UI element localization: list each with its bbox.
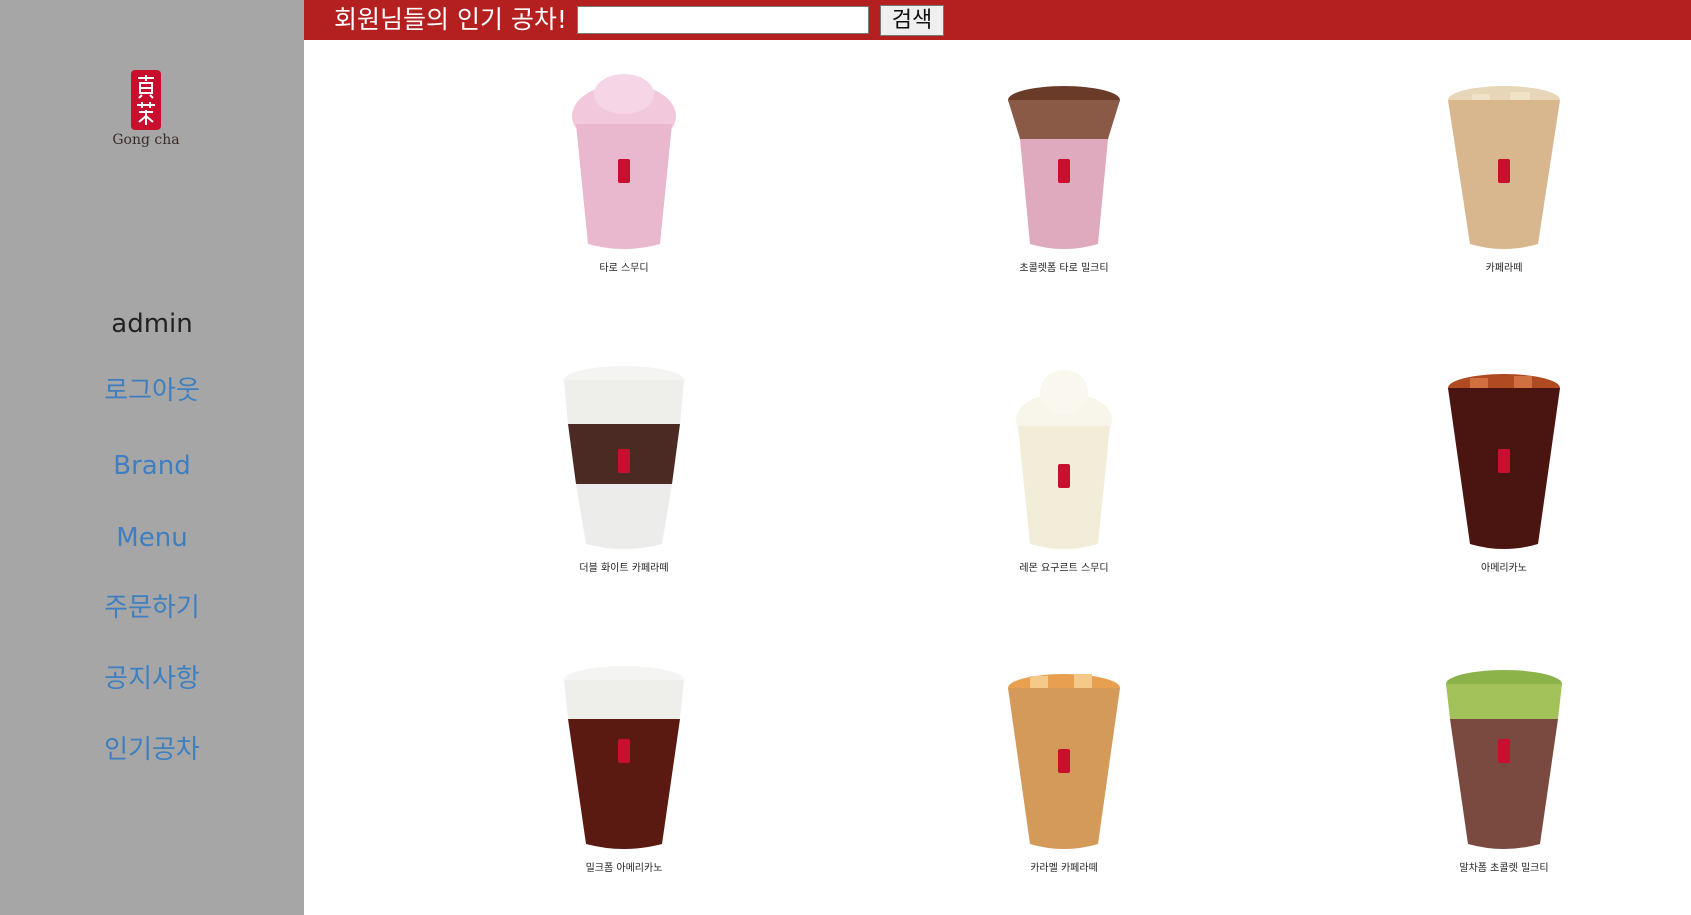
drink-milk-foam-americano-icon: [564, 666, 684, 849]
drink-choco-foam-taro-milk-tea-icon: [1008, 86, 1120, 249]
product-name: 카페라떼: [1485, 263, 1523, 274]
product-name: 말차폼 초콜렛 밀크티: [1459, 863, 1549, 874]
product-card[interactable]: 밀크폼 아메리카노: [474, 664, 774, 876]
product-card[interactable]: 더블 화이트 카페라떼: [474, 364, 774, 576]
product-card[interactable]: 아메리카노: [1354, 364, 1654, 576]
page: Gong cha admin 로그아웃 Brand Menu 주문하기 공지사항…: [0, 0, 1691, 915]
gongcha-logo-icon: [131, 70, 161, 130]
nav-brand[interactable]: Brand: [0, 451, 304, 481]
product-name: 초콜렛폼 타로 밀크티: [1019, 263, 1109, 274]
drink-double-white-cafe-latte-icon: [564, 366, 684, 549]
product-card[interactable]: 카페라떼: [1354, 64, 1654, 276]
product-name: 카라멜 카페라떼: [1030, 863, 1098, 874]
product-card[interactable]: 레몬 요구르트 스무디: [914, 364, 1214, 576]
product-name: 레몬 요구르트 스무디: [1019, 563, 1109, 574]
nav-popular[interactable]: 인기공차: [0, 735, 304, 765]
product-card[interactable]: 타로 스무디: [474, 64, 774, 276]
product-name: 타로 스무디: [599, 263, 649, 274]
search-input[interactable]: [577, 6, 869, 34]
product-card[interactable]: 초콜렛폼 타로 밀크티: [914, 64, 1214, 276]
drink-matcha-foam-choco-milk-tea-icon: [1446, 670, 1562, 849]
nav-logout[interactable]: 로그아웃: [0, 376, 304, 406]
drink-lemon-yogurt-smoothie-icon: [1016, 370, 1112, 549]
nav-notice[interactable]: 공지사항: [0, 664, 304, 694]
product-name: 아메리카노: [1481, 563, 1527, 574]
sidebar: Gong cha admin 로그아웃 Brand Menu 주문하기 공지사항…: [0, 0, 304, 915]
page-title: 회원님들의 인기 공차!: [334, 5, 567, 34]
product-card[interactable]: 카라멜 카페라떼: [914, 664, 1214, 876]
logo-text: Gong cha: [112, 132, 180, 148]
product-name: 밀크폼 아메리카노: [585, 863, 663, 874]
header-bar: 회원님들의 인기 공차! 검색: [304, 0, 1691, 40]
drink-americano-icon: [1448, 374, 1560, 549]
drink-cafe-latte-icon: [1448, 86, 1560, 249]
nav-order[interactable]: 주문하기: [0, 593, 304, 623]
brand-logo[interactable]: Gong cha: [112, 70, 180, 154]
drink-caramel-cafe-latte-icon: [1008, 674, 1120, 849]
nav-menu[interactable]: Menu: [0, 523, 304, 553]
drink-taro-smoothie-icon: [572, 74, 676, 249]
product-name: 더블 화이트 카페라떼: [579, 563, 669, 574]
product-grid: 타로 스무디 초콜렛폼 타로 밀크티 카페라떼 더블 화이트 카페라떼 레몬 요…: [304, 40, 1691, 915]
user-name: admin: [111, 309, 193, 339]
product-card[interactable]: 말차폼 초콜렛 밀크티: [1354, 664, 1654, 876]
search-button[interactable]: 검색: [880, 5, 944, 36]
